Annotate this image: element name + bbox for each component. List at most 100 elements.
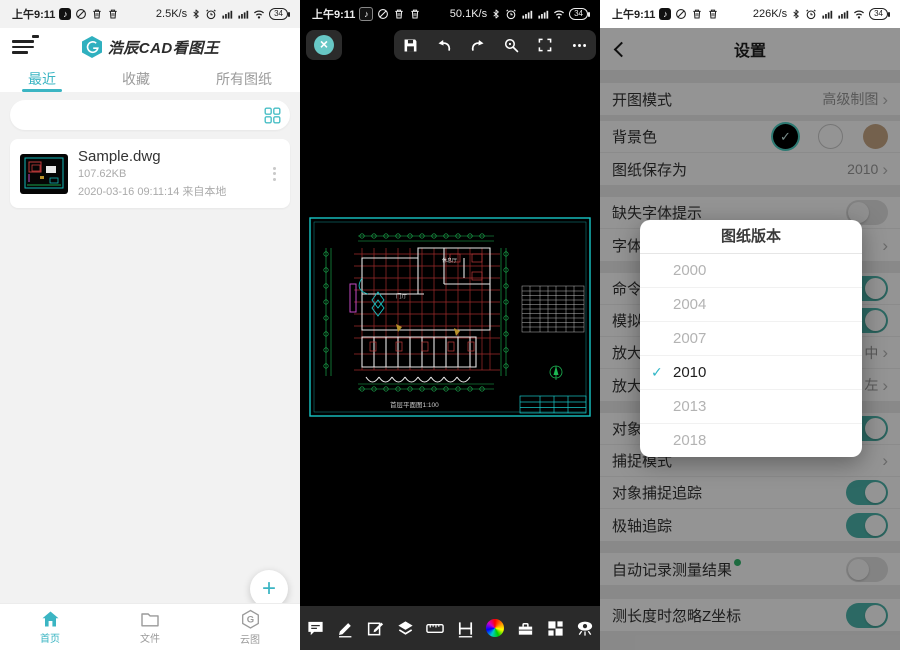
trash-icon [409, 8, 421, 20]
edit-square-icon [366, 619, 385, 638]
redo-button[interactable] [466, 33, 490, 57]
color-button[interactable] [483, 616, 507, 640]
file-info: Sample.dwg 107.62KB 2020-03-16 09:11:14 … [78, 148, 259, 199]
version-option-2018[interactable]: 2018 [640, 424, 862, 457]
status-bar: 上午9:11 ♪ 2.5K/s 34 [0, 0, 300, 28]
alarm-icon [205, 8, 217, 20]
save-icon [402, 37, 419, 54]
fullscreen-button[interactable] [533, 33, 557, 57]
eye-view-icon [575, 619, 595, 638]
measure-button[interactable] [423, 616, 447, 640]
do-not-disturb-icon [377, 8, 389, 20]
check-icon: ✓ [651, 356, 663, 389]
version-option-2000[interactable]: 2000 [640, 254, 862, 288]
file-thumbnail [20, 154, 68, 194]
app-logo: 浩辰CAD看图王 [81, 35, 220, 59]
tab-all-drawings[interactable]: 所有图纸 [206, 66, 282, 92]
toolbox-icon [516, 619, 535, 638]
distance-icon [456, 619, 475, 638]
wifi-icon [853, 8, 865, 20]
clock-text: 上午9:11 [312, 6, 355, 22]
tab-recent[interactable]: 最近 [18, 66, 66, 92]
alarm-icon [805, 8, 817, 20]
close-drawing-button[interactable]: × [306, 30, 342, 60]
app-title: 浩辰CAD看图王 [108, 37, 220, 58]
signal-icon [837, 8, 849, 20]
grid-view-icon[interactable] [264, 107, 281, 124]
signal-icon [521, 8, 533, 20]
signal-icon [221, 8, 233, 20]
save-button[interactable] [399, 33, 423, 57]
nav-cloud-label: 云图 [240, 631, 260, 646]
tabs: 最近 收藏 所有图纸 [0, 66, 300, 92]
more-button[interactable] [567, 33, 591, 57]
view-button[interactable] [573, 616, 597, 640]
nav-cloud[interactable]: G 云图 [200, 604, 300, 650]
trash-icon [691, 8, 703, 20]
trash-icon [393, 8, 405, 20]
settings-screen: 上午9:11 ♪ 226K/s 34 设置 开图模式 [600, 0, 900, 650]
signal-icon [537, 8, 549, 20]
music-app-icon: ♪ [59, 8, 71, 20]
app-screens: 上午9:11 ♪ 2.5K/s 34 [0, 0, 900, 650]
trash-icon [91, 8, 103, 20]
version-option-2007[interactable]: 2007 [640, 322, 862, 356]
room-label: 休息厅 [442, 257, 457, 264]
nav-home[interactable]: 首页 [0, 604, 100, 650]
notification-dot [32, 35, 39, 38]
dialog-title: 图纸版本 [640, 220, 862, 254]
file-menu-button[interactable] [269, 163, 280, 185]
layers-icon [396, 619, 415, 638]
annotation-toolbar [300, 606, 600, 650]
cad-drawing-canvas[interactable]: 休息厅 门厅 首层平面图1:100 [304, 214, 596, 422]
version-option-2010[interactable]: ✓ 2010 [640, 356, 862, 390]
recent-files-screen: 上午9:11 ♪ 2.5K/s 34 [0, 0, 300, 650]
close-icon: × [314, 35, 334, 55]
version-option-2004[interactable]: 2004 [640, 288, 862, 322]
blocks-icon [546, 619, 565, 638]
nav-files-label: 文件 [140, 630, 160, 645]
folder-icon [140, 610, 160, 628]
magnifier-icon [503, 37, 520, 54]
undo-button[interactable] [432, 33, 456, 57]
file-name: Sample.dwg [78, 148, 259, 165]
edit-note-button[interactable] [363, 616, 387, 640]
nav-files[interactable]: 文件 [100, 604, 200, 650]
trash-icon [107, 8, 119, 20]
logo-hexagon-icon [81, 35, 103, 59]
comment-button[interactable] [303, 616, 327, 640]
bluetooth-icon [191, 8, 201, 20]
toolbox-button[interactable] [513, 616, 537, 640]
drawing-caption: 首层平面图1:100 [390, 400, 439, 409]
network-speed: 50.1K/s [450, 8, 487, 20]
music-app-icon: ♪ [359, 7, 373, 21]
signal-icon [237, 8, 249, 20]
layers-button[interactable] [393, 616, 417, 640]
version-option-2013[interactable]: 2013 [640, 390, 862, 424]
home-icon [41, 610, 60, 628]
file-size: 107.62KB [78, 168, 259, 180]
signal-icon [821, 8, 833, 20]
network-speed: 2.5K/s [156, 8, 187, 20]
network-speed: 226K/s [753, 8, 787, 20]
search-bar[interactable] [10, 100, 290, 130]
menu-button[interactable] [12, 37, 34, 57]
do-not-disturb-icon [675, 8, 687, 20]
battery-icon: 34 [269, 8, 288, 20]
pencil-icon [336, 619, 355, 638]
layout-button[interactable] [543, 616, 567, 640]
draw-button[interactable] [333, 616, 357, 640]
battery-icon: 34 [569, 8, 588, 20]
ruler-icon [425, 619, 445, 638]
distance-button[interactable] [453, 616, 477, 640]
do-not-disturb-icon [75, 8, 87, 20]
status-bar: 上午9:11 ♪ 226K/s 34 [600, 0, 900, 28]
status-bar: 上午9:11 ♪ 50.1K/s 34 [300, 0, 600, 28]
zoom-button[interactable] [500, 33, 524, 57]
comment-icon [306, 619, 325, 638]
svg-text:G: G [246, 614, 253, 625]
file-card[interactable]: Sample.dwg 107.62KB 2020-03-16 09:11:14 … [10, 139, 290, 208]
viewer-toolbar [394, 30, 596, 60]
tab-favorites[interactable]: 收藏 [112, 66, 160, 92]
clock-text: 上午9:11 [612, 6, 655, 22]
